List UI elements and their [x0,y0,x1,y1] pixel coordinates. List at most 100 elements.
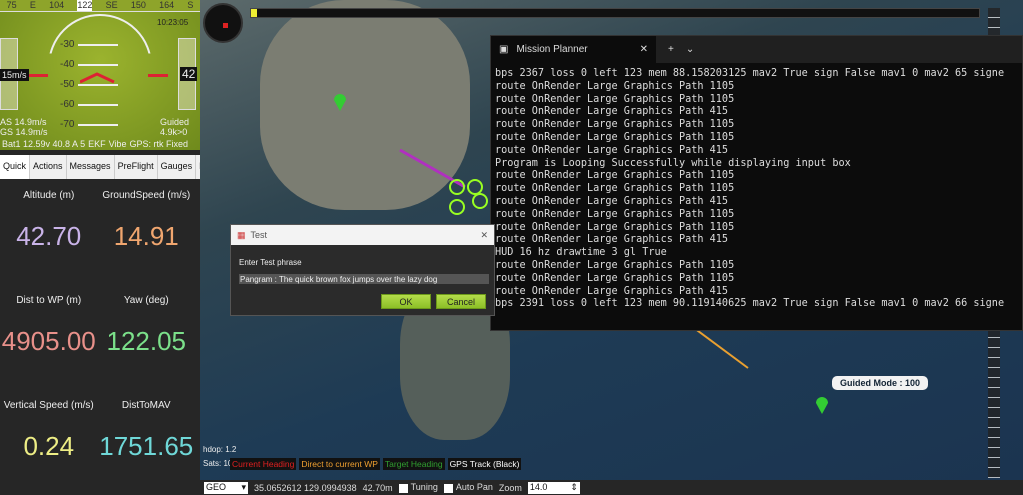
close-tab-button[interactable]: ✕ [640,44,648,55]
terminal-output[interactable]: bps 2367 loss 0 left 123 mem 88.15820312… [491,63,1022,316]
coord-system-select[interactable]: GEO ▾ [204,481,248,494]
terminal-window: ▣ Mission Planner ✕ + ⌄ bps 2367 loss 0 le… [490,35,1023,331]
terminal-line: route OnRender Large Graphics Path 415 [495,106,729,118]
autopan-checkbox[interactable]: Auto Pan [443,482,493,493]
quick-label: Yaw (deg) [123,295,169,306]
pitch-label: -40 [60,59,75,70]
heading-tick: 150 [130,0,146,10]
tuning-checkbox[interactable]: Tuning [398,482,438,493]
tab-quick[interactable]: Quick [0,155,31,179]
airspeed: AS 14.9m/s [0,117,47,127]
cancel-button[interactable]: Cancel [436,294,486,309]
heading-tick: E [29,0,36,10]
tab-actions[interactable]: Actions [30,155,67,179]
heading-tick: SE [105,0,118,10]
zoom-value: 14.0 [529,481,548,492]
sats: Sats: 10 [203,459,233,468]
terminal-line: route OnRender Large Graphics Path 1105 [495,170,735,182]
tab-messages[interactable]: Messages [67,155,115,179]
quick-cell[interactable]: Yaw (deg) 122.05 [98,285,196,390]
radar-icon [203,3,243,43]
autopan-label: Auto Pan [455,482,493,493]
quick-label: Vertical Speed (m/s) [3,400,94,411]
quick-value: 0.24 [23,431,75,461]
tab-preflight[interactable]: PreFlight [115,155,158,179]
status-bar: GEO ▾ 35.0652612 129.0994938 42.70m Tunin… [200,480,1023,495]
vibe-status[interactable]: Vibe [109,139,127,149]
groundspeed: GS 14.9m/s [0,127,48,137]
terminal-line: route OnRender Large Graphics Path 1105 [495,119,735,131]
coord-system-value: GEO [206,481,227,492]
terminal-line: bps 2367 loss 0 left 123 mem 88.15820312… [495,68,1005,79]
test-phrase-input[interactable] [239,274,489,284]
quick-cell[interactable]: GroundSpeed (m/s) 14.91 [98,180,196,285]
flight-mode: Guided [160,117,190,127]
terminal-line: route OnRender Large Graphics Path 415 [495,195,729,207]
wing-right [148,74,168,77]
quick-label: Dist to WP (m) [16,295,82,306]
gps-status: GPS: rtk Fixed [129,139,188,149]
ekf-status[interactable]: EKF [88,139,106,149]
chevron-down-icon: ▾ [241,481,246,492]
ok-button[interactable]: OK [381,294,431,309]
quick-cell[interactable]: Altitude (m) 42.70 [0,180,98,285]
heading-line [690,325,749,369]
terminal-line: route OnRender Large Graphics Path 415 [495,144,729,156]
terminal-line: route OnRender Large Graphics Path 1105 [495,272,735,284]
pitch-label: -30 [60,39,75,50]
terminal-line: route OnRender Large Graphics Path 415 [495,234,729,246]
heading-tape: 75 E 104 122 SE 150 164 S [0,0,200,12]
quick-cell[interactable]: DistToMAV 1751.65 [98,390,196,495]
tab-bar: Quick Actions Messages PreFlight Gauges … [0,155,210,179]
waypoint-marker-icon[interactable] [815,395,829,415]
quick-cell[interactable]: Vertical Speed (m/s) 0.24 [0,390,98,495]
test-dialog: ▦ Test ✕ Enter Test phrase OK Cancel [230,224,495,316]
terminal-line: bps 2391 loss 0 left 123 mem 90.11914062… [495,298,1005,310]
close-button[interactable]: ✕ [480,230,488,241]
legend-item: Target Heading [382,458,445,470]
quick-value: 4905.00 [1,326,96,356]
guided-mode-label: Guided Mode : 100 [832,376,929,390]
wing-left [28,74,48,77]
terminal-title: Mission Planner [516,44,588,55]
dialog-prompt: Enter Test phrase [239,258,302,267]
legend-item: GPS Track (Black) [447,458,522,470]
terminal-tab[interactable]: ▣ Mission Planner ✕ [491,36,656,63]
quick-cell[interactable]: Dist to WP (m) 4905.00 [0,285,98,390]
terminal-line: route OnRender Large Graphics Path 1105 [495,80,735,92]
terminal-line: route OnRender Large Graphics Path 1105 [495,93,735,105]
app-icon: ▦ [237,229,246,240]
heading-tick: 122 [77,0,93,11]
legend-item: Current Heading [230,458,297,470]
heading-tick: 164 [159,0,175,10]
hud: 75 E 104 122 SE 150 164 S -30 -40 -50 -60 -70 1… [0,0,200,150]
terminal-line: Program is Looping Successfully while di… [495,157,851,169]
battery-status: Bat1 12.59v 40.8 A 5 [2,139,86,149]
dialog-title: Test [250,230,268,240]
tab-dropdown-button[interactable]: ⌄ [686,44,694,55]
speed-readout: 15m/s [0,69,29,81]
terminal-line: route OnRender Large Graphics Path 1105 [495,259,735,271]
map-legend: Current Heading Direct to current WP Targe… [230,458,522,470]
pitch-label: -50 [60,79,75,90]
progress-track[interactable] [250,8,980,18]
quick-value: 1751.65 [99,431,194,461]
quick-label: Altitude (m) [23,190,75,201]
aircraft-symbol-icon [80,72,115,84]
heading-tick: 104 [49,0,65,10]
zoom-spinner[interactable]: 14.0 ⇕ [527,481,580,494]
terminal-line: route OnRender Large Graphics Path 415 [495,285,729,297]
altitude: 42.70m [362,482,393,493]
spinner-arrows-icon[interactable]: ⇕ [570,482,578,494]
quick-value: 42.70 [16,221,82,251]
zoom-label: Zoom [498,482,522,493]
heading-tick: 75 [6,0,17,10]
home-marker-icon[interactable] [333,92,347,112]
tab-gauges[interactable]: Gauges [158,155,197,179]
hdop: hdop: 1.2 [203,445,237,454]
legend-item: Direct to current WP [299,458,380,470]
quick-panel: Altitude (m) 42.70 GroundSpeed (m/s) 14.91 D… [0,180,195,495]
drone-icon [399,148,488,215]
new-tab-button[interactable]: + [668,44,674,55]
hud-time: 10:23:05 [157,18,189,27]
